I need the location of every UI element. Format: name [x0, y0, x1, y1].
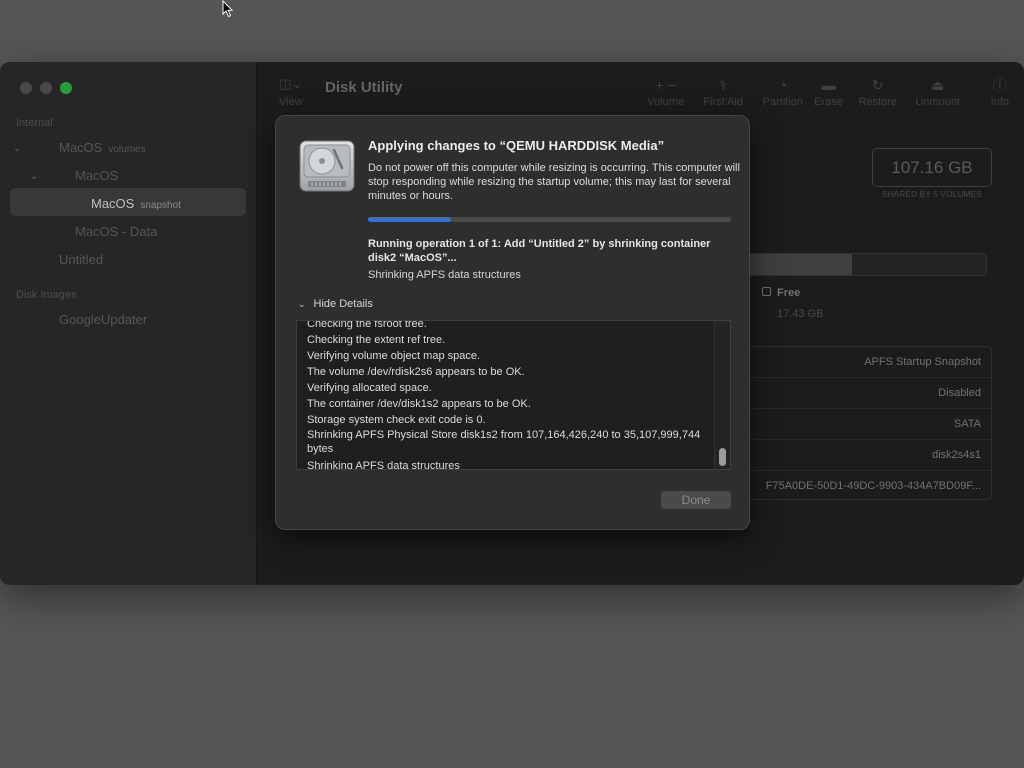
sidebar-item-label: MacOS [75, 168, 119, 183]
sidebar-section-disk-images: Disk Images [16, 289, 77, 301]
log-line: Storage system check exit code is 0. [307, 414, 486, 426]
capacity-value: 107.16 GB [872, 148, 992, 187]
sidebar-item-label: MacOS - Data [75, 224, 158, 239]
minimize-window-button[interactable] [40, 82, 52, 94]
log-scrollbar-thumb[interactable] [719, 448, 726, 466]
first-aid-label: First Aid [703, 96, 743, 108]
restore-label: Restore [858, 96, 897, 108]
sidebar-item-label: MacOS [91, 196, 135, 211]
sidebar: Internal ⌄ MacOS volumes ⌄ MacOS MacOS sna… [0, 62, 257, 585]
plus-minus-icon: + − [655, 77, 676, 93]
info-label: Info [990, 96, 1009, 108]
operation-status: Shrinking APFS data structures [368, 269, 521, 281]
info-row-uuid: F75A0DE-50D1-49DC-9903-434A7BD09F... [765, 480, 981, 492]
sidebar-item-macos-data[interactable]: MacOS - Data [75, 224, 157, 239]
info-icon: ⓘ [992, 77, 1007, 93]
done-button[interactable]: Done [661, 491, 731, 509]
erase-button[interactable]: ▬ Erase [814, 76, 843, 108]
progress-bar-fill [368, 217, 452, 222]
free-value: 17.43 GB [777, 308, 824, 320]
partition-button[interactable]: ◔ Partition [763, 76, 803, 108]
sidebar-item-label: GoogleUpdater [59, 312, 148, 327]
pie-chart-icon: ◔ [778, 77, 788, 93]
sidebar-item-sublabel: volumes [108, 144, 146, 155]
free-legend: Free [762, 287, 800, 299]
restore-icon: ↻ [871, 77, 884, 93]
log-line: The container /dev/disk1s2 appears to be… [307, 398, 531, 410]
view-button[interactable]: ◫⌄ View [279, 76, 303, 108]
sidebar-section-internal: Internal [16, 117, 53, 129]
hard-disk-icon [299, 140, 355, 192]
sidebar-toggle-icon: ◫⌄ [279, 76, 303, 91]
sidebar-item-macos-snapshot[interactable]: MacOS snapshot [91, 196, 181, 211]
eject-icon: ⏏ [931, 77, 945, 93]
info-row-device: disk2s4s1 [728, 440, 991, 471]
hide-details-label: Hide Details [313, 298, 373, 310]
log-line: Checking the extent ref tree. [307, 334, 446, 346]
details-log[interactable]: Checking the fsroot tree. Checking the e… [296, 320, 731, 470]
log-line: Shrinking APFS Physical Store disk1s2 fr… [307, 429, 701, 455]
chevron-down-icon[interactable]: ⌄ [30, 171, 38, 182]
partition-label: Partition [762, 96, 803, 108]
log-line: Checking the fsroot tree. [307, 320, 427, 330]
window-controls [20, 82, 72, 94]
log-lines: Checking the fsroot tree. Checking the e… [307, 320, 708, 470]
sidebar-item-label: MacOS [59, 140, 103, 155]
erase-disk-icon: ▬ [821, 77, 836, 93]
log-line: The volume /dev/rdisk2s6 appears to be O… [307, 366, 525, 378]
stethoscope-icon: ⚕ [719, 77, 727, 93]
info-row-owners: Disabled [728, 378, 991, 409]
capacity-subtitle: SHARED BY 5 VOLUMES [882, 190, 982, 199]
hide-details-toggle[interactable]: ⌄ Hide Details [298, 298, 373, 310]
sidebar-item-macos[interactable]: MacOS [75, 168, 118, 183]
log-line: Verifying volume object map space. [307, 350, 481, 362]
sidebar-item-sublabel: snapshot [140, 200, 181, 211]
volume-label: Volume [647, 96, 684, 108]
sidebar-item-label: Untitled [59, 252, 104, 267]
log-line: Verifying allocated space. [307, 382, 432, 394]
sheet-title: Applying changes to “QEMU HARDDISK Media… [368, 138, 665, 153]
free-swatch-icon [762, 287, 771, 296]
info-table: APFS Startup Snapshot Disabled SATA disk… [727, 346, 992, 500]
unmount-label: Unmount [915, 96, 960, 108]
sidebar-item-macos-volumes[interactable]: MacOS volumes [59, 140, 146, 155]
chevron-down-icon: ⌄ [298, 299, 306, 309]
chevron-down-icon[interactable]: ⌄ [13, 143, 21, 154]
maximize-window-button[interactable] [60, 82, 72, 94]
first-aid-button[interactable]: ⚕ First Aid [703, 76, 743, 108]
free-label: Free [777, 287, 801, 299]
info-button[interactable]: ⓘ Info [991, 76, 1009, 108]
progress-bar [368, 217, 731, 222]
close-window-button[interactable] [20, 82, 32, 94]
sidebar-item-untitled[interactable]: Untitled [59, 252, 103, 267]
restore-button[interactable]: ↻ Restore [858, 76, 897, 108]
unmount-button[interactable]: ⏏ Unmount [915, 76, 960, 108]
operation-title: Running operation 1 of 1: Add “Untitled … [368, 238, 711, 264]
info-row-connection: SATA [728, 409, 991, 440]
volume-button[interactable]: + − Volume [647, 76, 684, 108]
view-label: View [279, 96, 303, 108]
sheet-warning-message: Do not power off this computer while res… [368, 162, 740, 202]
log-scrollbar[interactable] [714, 321, 730, 469]
mouse-cursor-icon [222, 0, 234, 18]
erase-label: Erase [814, 96, 843, 108]
log-line: Shrinking APFS data structures [307, 460, 460, 470]
usage-bar [727, 253, 987, 276]
app-title: Disk Utility [325, 79, 403, 96]
sidebar-item-googleupdater[interactable]: GoogleUpdater [59, 312, 147, 327]
progress-sheet: Applying changes to “QEMU HARDDISK Media… [275, 115, 750, 530]
info-row-type: APFS Startup Snapshot [728, 347, 991, 378]
